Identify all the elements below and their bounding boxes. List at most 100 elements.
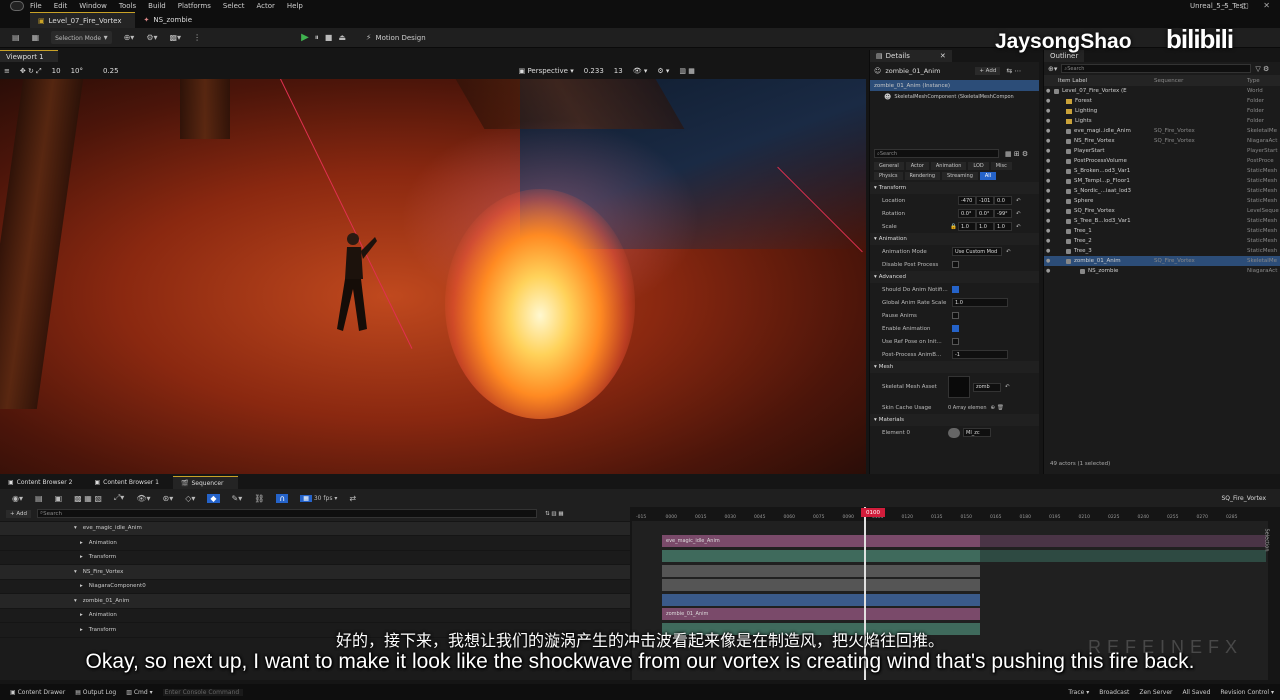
clip-eve-transform-ext[interactable] [980,550,1266,562]
menu-edit[interactable]: Edit [54,2,68,10]
filter-general[interactable]: General [874,162,904,170]
visibility-eye-icon[interactable]: ● [1046,238,1050,244]
seq-world-icon[interactable]: ◉▾ [12,494,23,503]
seq-fps-dropdown[interactable]: ▦ 30 fps ▾ [300,494,337,502]
filter-misc[interactable]: Misc [990,162,1012,170]
global-rate-field[interactable]: 1.0 [952,298,1008,307]
visibility-eye-icon[interactable]: ● [1046,248,1050,254]
trace-button[interactable]: Trace ▾ [1068,689,1089,696]
rotation-y[interactable]: 0.0° [976,209,994,218]
menu-help[interactable]: Help [287,2,303,10]
console-input[interactable]: Enter Console Command [162,688,243,696]
eject-button[interactable]: ⏏ [338,33,346,42]
skel-mesh-dropdown[interactable]: zomb [973,382,1001,392]
outliner-row[interactable]: ● SQ_Fire_Vortex LevelSeque [1044,206,1280,216]
outliner-row[interactable]: ● Tree_1 StaticMesh [1044,226,1280,236]
rotation-label[interactable]: Rotation [882,211,958,217]
filter-streaming[interactable]: Streaming [942,172,978,180]
blueprint-icon[interactable]: ⇆ ⋯ [1006,67,1021,75]
enable-anim-checkbox[interactable] [952,325,959,332]
seq-find-icon[interactable]: ▣ [55,494,63,503]
track-row[interactable]: ▸ Transform [0,551,630,565]
collapse-icon[interactable]: ▾ [74,525,77,531]
menu-build[interactable]: Build [148,2,166,10]
visibility-eye-icon[interactable]: ● [1046,158,1050,164]
stop-button[interactable]: ■ [325,33,333,42]
outliner-row[interactable]: ● Level_07_Fire_Vortex (E World [1044,86,1280,96]
reset-icon[interactable]: ↶ [1016,198,1021,204]
add-element-icon[interactable]: ⊕ 🗑 [990,405,1003,411]
visibility-eye-icon[interactable]: ● [1046,178,1050,184]
tab-content-browser-2[interactable]: ▣ Content Browser 2 [0,476,86,489]
layout-icon[interactable]: ▥ ▦ [679,67,694,75]
material-thumbnail[interactable] [948,427,960,438]
location-y[interactable]: -101 [976,196,994,205]
tab-content-browser-1[interactable]: ▣ Content Browser 1 [86,476,172,489]
selection-tab[interactable]: Selection [1263,528,1269,551]
track-row[interactable]: ▸ NiagaraComponent0 [0,580,630,594]
menu-actor[interactable]: Actor [257,2,275,10]
visibility-eye-icon[interactable]: ● [1046,88,1050,94]
transform-tools-icon[interactable]: ✥ ↻ ⤢ [20,67,42,76]
section-advanced[interactable]: ▾ Advanced [870,271,1039,283]
camera-speed[interactable]: 0.233 [584,67,604,75]
broadcast-button[interactable]: Broadcast [1099,689,1129,696]
outliner-row[interactable]: ● PlayerStart PlayerStart [1044,146,1280,156]
modes-icon[interactable]: ▦ [32,33,40,42]
track-row[interactable]: ▾ zombie_01_Anim [0,594,630,609]
zen-server-button[interactable]: Zen Server [1139,689,1172,696]
col-type[interactable]: Type [1247,78,1260,84]
outliner-row[interactable]: ● NS_Fire_Vortex SQ_Fire_Vortex NiagaraAct [1044,136,1280,146]
seq-render-icon[interactable]: ▩ ▦ ▧ [74,494,102,503]
seq-link-icon[interactable]: ⛓ [254,494,264,503]
clip-eve-anim-ext[interactable] [980,535,1266,547]
revision-control-button[interactable]: Revision Control ▾ [1220,689,1274,696]
seq-loop-icon[interactable]: ⇄ [349,494,356,503]
close-icon[interactable]: ✕ [940,52,946,60]
outliner-row[interactable]: ● Forest Folder [1044,96,1280,106]
tab-level[interactable]: ▣ Level_07_Fire_Vortex [30,12,136,28]
grid-snap-value[interactable]: 10 [52,67,61,75]
visibility-eye-icon[interactable]: ● [1046,258,1050,264]
reset-icon[interactable]: ↶ [1016,211,1021,217]
seq-save-icon[interactable]: ▤ [35,494,43,503]
outliner-row[interactable]: ● S_Broken...od3_Var1 StaticMesh [1044,166,1280,176]
component-row[interactable]: ☻ SkeletalMeshComponent (SkeletalMeshComp… [870,91,1039,102]
visibility-eye-icon[interactable]: ● [1046,108,1050,114]
perspective-button[interactable]: ▣ Perspective ▾ [519,67,574,75]
track-filter-icons[interactable]: ⇅ ▥ ▦ [545,511,564,517]
outliner-row[interactable]: ● PostProcessVolume PostProce [1044,156,1280,166]
view-options-icon[interactable]: ▦ ⊞ ⚙ [1005,150,1028,158]
clip-eve-transform[interactable] [662,550,980,562]
seq-key-button[interactable]: ◆ [207,493,220,503]
save-icon[interactable]: ▤ [12,33,20,42]
visibility-eye-icon[interactable]: ● [1046,118,1050,124]
visibility-eye-icon[interactable]: ● [1046,188,1050,194]
rotation-x[interactable]: 0.0° [958,209,976,218]
screen-percentage[interactable]: 13 [614,67,623,75]
component-instance-row[interactable]: zombie_01_Anim (Instance) [870,80,1039,91]
visibility-eye-icon[interactable]: ● [1046,148,1050,154]
filter-animation[interactable]: Animation [930,162,967,170]
filter-icon[interactable]: ▽ ⚙ [1255,65,1269,73]
section-mesh[interactable]: ▾ Mesh [870,361,1039,373]
scale-z[interactable]: 1.0 [994,222,1012,231]
visibility-eye-icon[interactable]: ● [1046,168,1050,174]
expand-icon[interactable]: ▸ [80,540,83,546]
track-row[interactable]: ▸ Animation [0,536,630,551]
outliner-row[interactable]: ● Sphere StaticMesh [1044,196,1280,206]
filter-actor[interactable]: Actor [905,162,929,170]
location-z[interactable]: 0.0 [994,196,1012,205]
element0-dropdown[interactable]: MI_zc [963,428,991,437]
seq-snap-icon[interactable]: ⊛▾ [162,494,173,503]
col-item-label[interactable]: Item Label [1058,78,1087,84]
scale-y[interactable]: 1.0 [976,222,994,231]
visibility-eye-icon[interactable]: ● [1046,98,1050,104]
outliner-row[interactable]: ● eve_magi..idle_Anim SQ_Fire_Vortex Skelet… [1044,126,1280,136]
outliner-row[interactable]: ● zombie_01_Anim SQ_Fire_Vortex SkeletalMe [1044,256,1280,266]
add-track-button[interactable]: + Add [6,509,32,518]
menu-select[interactable]: Select [223,2,245,10]
disable-post-checkbox[interactable] [952,261,959,268]
clip-zombie-anim[interactable]: zombie_01_Anim [662,608,980,620]
pause-button[interactable]: ⏸ [315,33,319,43]
